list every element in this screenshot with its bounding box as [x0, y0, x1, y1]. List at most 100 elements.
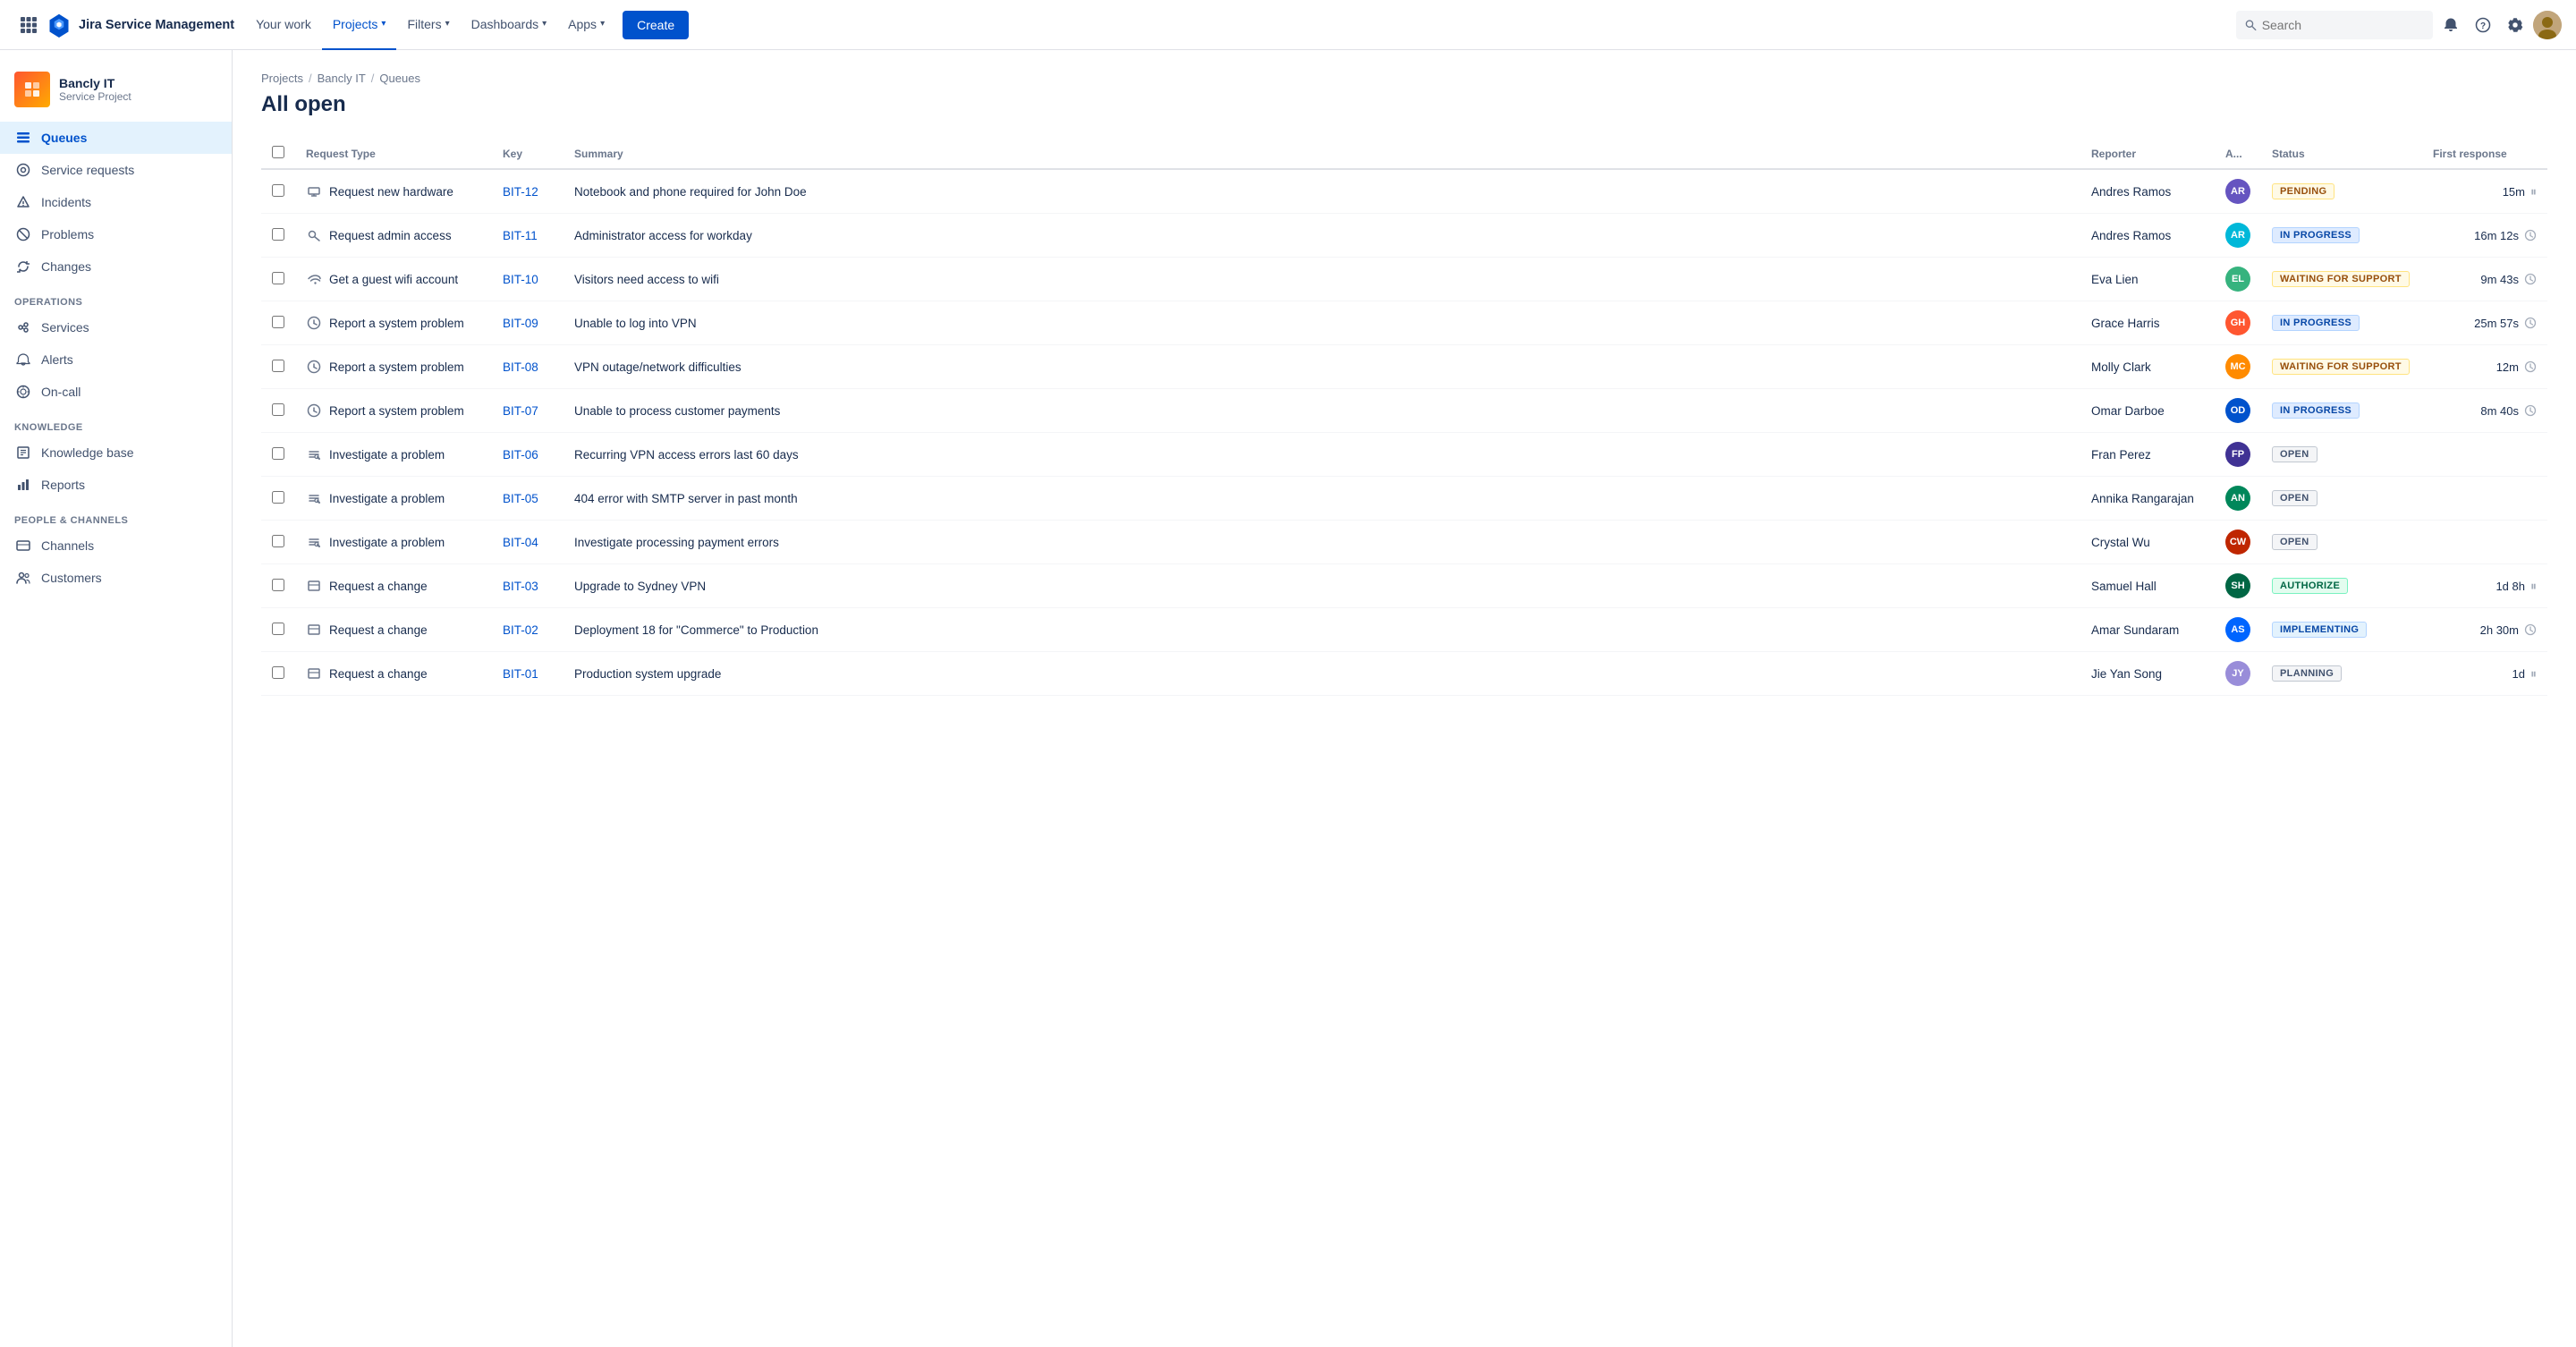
key-cell: BIT-02	[492, 608, 564, 652]
summary-cell: Upgrade to Sydney VPN	[564, 564, 2080, 608]
th-assignee[interactable]: A...	[2215, 139, 2261, 169]
bell-icon	[2443, 17, 2459, 33]
sidebar-item-on-call[interactable]: On-call	[0, 376, 232, 408]
row-checkbox[interactable]	[272, 316, 284, 328]
select-all-checkbox[interactable]	[272, 146, 284, 158]
issue-key-link[interactable]: BIT-10	[503, 273, 538, 286]
assignee-avatar: EL	[2225, 267, 2250, 292]
sidebar-item-channels[interactable]: Channels	[0, 529, 232, 562]
sidebar-item-alerts[interactable]: Alerts	[0, 343, 232, 376]
row-checkbox[interactable]	[272, 623, 284, 635]
request-type-cell: Request new hardware	[295, 169, 492, 214]
operations-section-label: OPERATIONS	[0, 283, 232, 311]
notifications-button[interactable]	[2436, 11, 2465, 39]
row-checkbox[interactable]	[272, 272, 284, 284]
row-checkbox-cell	[261, 345, 295, 389]
on-call-label: On-call	[41, 385, 80, 399]
table-row: Request a change BIT-01 Production syste…	[261, 652, 2547, 696]
create-button[interactable]: Create	[623, 11, 689, 39]
apps-grid-icon[interactable]	[14, 11, 43, 39]
issue-key-link[interactable]: BIT-04	[503, 536, 538, 549]
assignee-avatar: SH	[2225, 573, 2250, 598]
knowledge-base-icon	[14, 444, 32, 462]
th-reporter[interactable]: Reporter	[2080, 139, 2215, 169]
app-logo[interactable]: Jira Service Management	[47, 13, 234, 38]
nav-filters[interactable]: Filters ▾	[396, 0, 460, 50]
row-checkbox[interactable]	[272, 403, 284, 416]
th-first-response[interactable]: First response	[2422, 139, 2547, 169]
issue-key-link[interactable]: BIT-08	[503, 360, 538, 374]
row-checkbox[interactable]	[272, 447, 284, 460]
issue-key-link[interactable]: BIT-11	[503, 229, 538, 242]
row-checkbox[interactable]	[272, 184, 284, 197]
reporter-cell: Fran Perez	[2080, 433, 2215, 477]
issue-key-link[interactable]: BIT-12	[503, 185, 538, 199]
breadcrumb-projects[interactable]: Projects	[261, 72, 303, 85]
th-summary[interactable]: Summary	[564, 139, 2080, 169]
reporter-cell: Eva Lien	[2080, 258, 2215, 301]
top-navigation: Jira Service Management Your work Projec…	[0, 0, 2576, 50]
row-checkbox[interactable]	[272, 535, 284, 547]
issue-key-link[interactable]: BIT-07	[503, 404, 538, 418]
request-type-icon	[306, 578, 322, 594]
table-row: Investigate a problem BIT-06 Recurring V…	[261, 433, 2547, 477]
sidebar-item-knowledge-base[interactable]: Knowledge base	[0, 436, 232, 469]
key-cell: BIT-04	[492, 521, 564, 564]
issue-key-link[interactable]: BIT-01	[503, 667, 538, 681]
table-header: Request Type Key Summary Reporter A... S…	[261, 139, 2547, 169]
nav-projects[interactable]: Projects ▾	[322, 0, 397, 50]
row-checkbox[interactable]	[272, 579, 284, 591]
status-badge: IN PROGRESS	[2272, 227, 2360, 243]
settings-button[interactable]	[2501, 11, 2529, 39]
breadcrumb-bancly-it[interactable]: Bancly IT	[318, 72, 366, 85]
issue-key-link[interactable]: BIT-05	[503, 492, 538, 505]
sidebar-item-problems[interactable]: Problems	[0, 218, 232, 250]
issue-key-link[interactable]: BIT-09	[503, 317, 538, 330]
key-cell: BIT-06	[492, 433, 564, 477]
first-response-cell: 9m 43s	[2422, 258, 2547, 301]
table-row: Report a system problem BIT-08 VPN outag…	[261, 345, 2547, 389]
alerts-icon	[14, 351, 32, 369]
top-nav-links: Your work Projects ▾ Filters ▾ Dashboard…	[245, 0, 2233, 50]
sidebar-item-queues[interactable]: Queues	[0, 122, 232, 154]
th-status[interactable]: Status	[2261, 139, 2422, 169]
issue-key-link[interactable]: BIT-06	[503, 448, 538, 462]
key-cell: BIT-08	[492, 345, 564, 389]
row-checkbox[interactable]	[272, 491, 284, 504]
request-type-label: Report a system problem	[329, 360, 464, 374]
sidebar-item-services[interactable]: Services	[0, 311, 232, 343]
help-button[interactable]: ?	[2469, 11, 2497, 39]
summary-cell: Investigate processing payment errors	[564, 521, 2080, 564]
search-input[interactable]	[2262, 18, 2424, 32]
row-checkbox[interactable]	[272, 360, 284, 372]
row-checkbox[interactable]	[272, 228, 284, 241]
people-section-label: PEOPLE & CHANNELS	[0, 501, 232, 529]
sidebar-item-incidents[interactable]: Incidents	[0, 186, 232, 218]
projects-chevron: ▾	[381, 19, 386, 29]
th-request-type[interactable]: Request Type	[295, 139, 492, 169]
issue-key-link[interactable]: BIT-03	[503, 580, 538, 593]
request-type-icon	[306, 227, 322, 243]
th-key[interactable]: Key	[492, 139, 564, 169]
nav-dashboards[interactable]: Dashboards ▾	[461, 0, 558, 50]
row-checkbox-cell	[261, 389, 295, 433]
status-badge: PENDING	[2272, 183, 2334, 199]
nav-apps[interactable]: Apps ▾	[557, 0, 615, 50]
breadcrumb-queues[interactable]: Queues	[379, 72, 420, 85]
status-cell: IMPLEMENTING	[2261, 608, 2422, 652]
row-checkbox[interactable]	[272, 666, 284, 679]
table-row: Report a system problem BIT-07 Unable to…	[261, 389, 2547, 433]
first-response-value: 8m 40s	[2480, 404, 2519, 418]
assignee-avatar: CW	[2225, 529, 2250, 555]
sidebar-item-changes[interactable]: Changes	[0, 250, 232, 283]
sidebar-item-customers[interactable]: Customers	[0, 562, 232, 594]
issue-key-link[interactable]: BIT-02	[503, 623, 538, 637]
nav-your-work[interactable]: Your work	[245, 0, 322, 50]
sidebar-item-service-requests[interactable]: Service requests	[0, 154, 232, 186]
sidebar: Bancly IT Service Project Queues Service…	[0, 50, 233, 1347]
reporter-cell: Andres Ramos	[2080, 169, 2215, 214]
sidebar-item-reports[interactable]: Reports	[0, 469, 232, 501]
user-avatar[interactable]	[2533, 11, 2562, 39]
search-bar[interactable]	[2236, 11, 2433, 39]
assignee-cell: EL	[2215, 258, 2261, 301]
